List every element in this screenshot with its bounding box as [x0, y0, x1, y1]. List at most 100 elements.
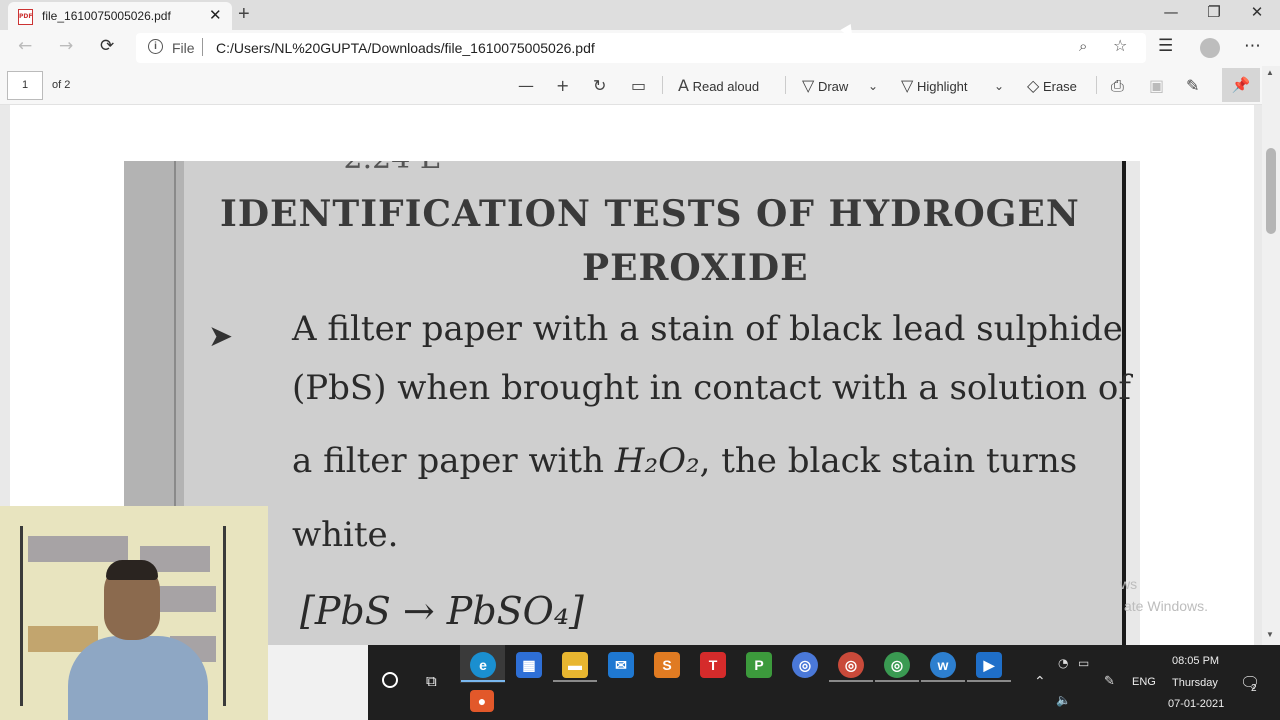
slides-app-icon[interactable]: S: [654, 652, 680, 678]
read-aloud-icon: A: [678, 76, 689, 95]
w-app-icon[interactable]: w: [930, 652, 956, 678]
highlight-chevron-down-icon[interactable]: ⌄: [994, 79, 1004, 93]
running-indicator: [553, 680, 597, 682]
rotate-icon[interactable]: ↻: [593, 76, 606, 95]
t-app-icon[interactable]: T: [700, 652, 726, 678]
scrollbar-thumb[interactable]: [1266, 148, 1276, 234]
read-aloud-button[interactable]: A Read aloud: [678, 76, 759, 95]
formula-h2o2: H₂O₂: [614, 441, 700, 481]
file-explorer-icon[interactable]: ▬: [562, 652, 588, 678]
new-tab-icon[interactable]: +: [238, 3, 250, 26]
chrome-icon[interactable]: ◎: [792, 652, 818, 678]
chrome-profile-icon[interactable]: ◎: [838, 652, 864, 678]
page-number-input[interactable]: 1: [7, 71, 43, 100]
browser-tab[interactable]: PDF file_1610075005026.pdf ✕: [8, 2, 232, 30]
back-arrow-icon[interactable]: ←: [18, 36, 32, 56]
activation-watermark-line-2: ate Windows.: [1124, 598, 1209, 614]
scroll-up-icon[interactable]: ▲: [1266, 68, 1274, 77]
draw-label: Draw: [817, 79, 849, 94]
clock-day: Thursday: [1172, 677, 1218, 689]
webcam-overlay: [0, 506, 268, 720]
more-options-icon[interactable]: ⋯: [1244, 36, 1261, 56]
paragraph-line-3-end: , the black stain turns: [699, 441, 1078, 481]
edge-browser-icon[interactable]: e: [470, 652, 496, 678]
info-icon[interactable]: i: [148, 39, 163, 54]
favorite-star-icon[interactable]: ☆: [1113, 36, 1127, 55]
show-hidden-icons[interactable]: ⌃: [1034, 674, 1046, 690]
address-url[interactable]: C:/Users/NL%20GUPTA/Downloads/file_16100…: [216, 40, 595, 56]
pdf-file-icon: PDF: [18, 9, 33, 25]
document-photo: — 2.24 L IDENTIFICATION TESTS OF HYDROGE…: [124, 161, 1140, 645]
favorites-icon[interactable]: ☰: [1158, 36, 1173, 56]
cut-off-text: — 2.24 L: [304, 161, 440, 176]
draw-icon: ▽: [802, 76, 815, 95]
network-icon[interactable]: ◔: [1058, 656, 1068, 670]
eraser-icon: ◇: [1027, 76, 1040, 95]
language-indicator[interactable]: ENG: [1132, 676, 1156, 688]
page-count: of 2: [52, 79, 71, 91]
profile-avatar[interactable]: [1200, 38, 1220, 58]
toolbar-divider: [785, 76, 786, 94]
running-indicator: [461, 680, 505, 682]
zoom-in-icon[interactable]: +: [556, 76, 569, 95]
store-icon[interactable]: ▦: [516, 652, 542, 678]
fit-page-icon[interactable]: ▭: [631, 76, 646, 95]
paragraph-line-3: a filter paper with H₂O₂, the black stai…: [292, 441, 1077, 481]
erase-button[interactable]: ◇ Erase: [1027, 76, 1077, 95]
running-indicator: [921, 680, 965, 682]
restore-icon[interactable]: ❐: [1191, 3, 1237, 21]
toolbar-divider: [1096, 76, 1097, 94]
presenter-hair: [106, 560, 158, 580]
cortana-icon[interactable]: [382, 672, 398, 688]
forward-arrow-icon[interactable]: →: [59, 36, 73, 56]
mail-icon[interactable]: ✉: [608, 652, 634, 678]
read-aloud-label: Read aloud: [692, 79, 760, 94]
paragraph-line-3-start: a filter paper with: [292, 441, 604, 481]
bullet-arrow-icon: ➤: [208, 319, 234, 354]
erase-label: Erase: [1042, 79, 1077, 94]
address-bar[interactable]: i File C:/Users/NL%20GUPTA/Downloads/fil…: [136, 33, 1146, 63]
paragraph-line-1: A filter paper with a stain of black lea…: [292, 309, 1123, 349]
pin-toolbar-icon[interactable]: 📌: [1222, 68, 1260, 102]
battery-icon[interactable]: ▭: [1078, 656, 1089, 670]
zoom-icon[interactable]: ⌕: [1079, 37, 1087, 55]
draw-chevron-down-icon[interactable]: ⌄: [868, 79, 878, 93]
save-as-icon[interactable]: ✎: [1186, 76, 1199, 95]
chrome-profile-2-icon[interactable]: ◎: [884, 652, 910, 678]
scroll-down-icon[interactable]: ▼: [1266, 630, 1274, 639]
print-icon[interactable]: ⎙: [1111, 76, 1124, 96]
paragraph-line-4: white.: [292, 515, 399, 555]
taskbar: [268, 645, 1280, 720]
volume-icon[interactable]: 🔈: [1056, 693, 1071, 707]
notification-count: 2: [1251, 683, 1257, 694]
window-close-icon[interactable]: ✕: [1234, 3, 1280, 21]
paragraph-line-2: (PbS) when brought in contact with a sol…: [292, 368, 1131, 408]
taskbar-left-area: [268, 645, 368, 720]
tab-close-icon[interactable]: ✕: [209, 6, 222, 24]
draw-button[interactable]: ▽ Draw: [802, 76, 848, 95]
running-indicator: [829, 680, 873, 682]
zoom-out-icon[interactable]: —: [518, 76, 534, 95]
address-scheme: File: [172, 40, 195, 56]
running-indicator: [967, 680, 1011, 682]
video-app-icon[interactable]: ▶: [976, 652, 1002, 678]
heading-line-2: PEROXIDE: [582, 247, 809, 289]
running-indicator: [875, 680, 919, 682]
save-icon[interactable]: ▣: [1149, 76, 1164, 95]
books-row: [28, 536, 128, 562]
clock-time[interactable]: 08:05 PM: [1172, 655, 1219, 667]
address-divider: [202, 38, 203, 56]
highlight-label: Highlight: [916, 79, 968, 94]
pen-icon[interactable]: ✎: [1104, 674, 1115, 689]
recorder-icon[interactable]: ●: [470, 690, 494, 712]
reaction-equation: [PbS → PbSO₄]: [300, 589, 584, 633]
task-view-icon[interactable]: ⧉: [426, 672, 437, 690]
p-app-icon[interactable]: P: [746, 652, 772, 678]
heading-line-1: IDENTIFICATION TESTS OF HYDROGEN: [220, 193, 1080, 235]
highlight-button[interactable]: ▽ Highlight: [901, 76, 968, 95]
minimize-icon[interactable]: —: [1148, 3, 1194, 21]
toolbar-divider: [662, 76, 663, 94]
presenter-body: [68, 636, 208, 720]
refresh-icon[interactable]: ⟳: [100, 36, 114, 56]
tab-title: file_1610075005026.pdf: [42, 9, 171, 23]
